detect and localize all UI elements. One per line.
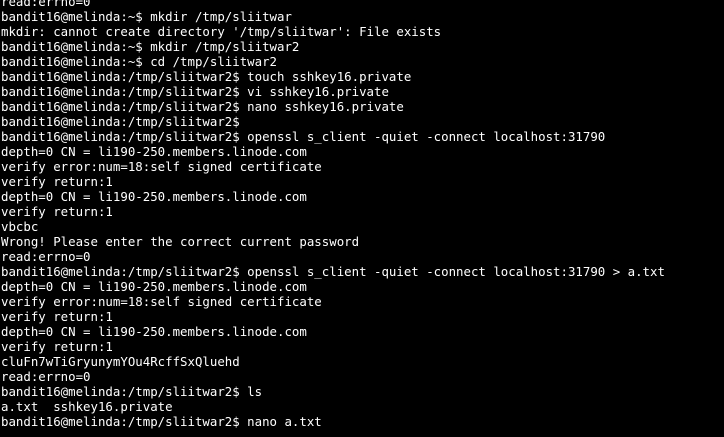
terminal-line: mkdir: cannot create directory '/tmp/sli… [1,24,442,39]
terminal-line: bandit16@melinda:~$ cd /tmp/sliitwar2 [1,54,278,69]
terminal-line: depth=0 CN = li190-250.members.linode.co… [1,144,307,159]
terminal-window[interactable]: read:errno=0 bandit16@melinda:~$ mkdir /… [0,0,724,431]
terminal-line: bandit16@melinda:/tmp/sliitwar2$ [1,114,240,129]
terminal-line: verify return:1 [1,174,113,189]
terminal-line: verify return:1 [1,339,113,354]
terminal-line: bandit16@melinda:/tmp/sliitwar2$ vi sshk… [1,84,389,99]
terminal-line: Wrong! Please enter the correct current … [1,234,360,249]
terminal-line: depth=0 CN = li190-250.members.linode.co… [1,279,307,294]
terminal-line: verify error:num=18:self signed certific… [1,294,322,309]
terminal-line: verify error:num=18:self signed certific… [1,159,322,174]
terminal-line: cluFn7wTiGryunymYOu4RcffSxQluehd [1,354,240,369]
terminal-line: bandit16@melinda:/tmp/sliitwar2$ openssl… [1,264,665,279]
terminal-line: vbcbc [1,219,39,234]
terminal-line: bandit16@melinda:/tmp/sliitwar2$ openssl… [1,129,606,144]
terminal-line: a.txt sshkey16.private [1,399,173,414]
terminal-line: verify return:1 [1,204,113,219]
terminal-prompt-line[interactable]: bandit16@melinda:/tmp/sliitwar2$ nano a.… [1,414,724,429]
terminal-line: read:errno=0 [1,369,91,384]
terminal-line: bandit16@melinda:/tmp/sliitwar2$ nano ss… [1,99,404,114]
terminal-line: verify return:1 [1,309,113,324]
terminal-line: read:errno=0 [1,0,91,9]
terminal-line: bandit16@melinda:/tmp/sliitwar2$ touch s… [1,69,412,84]
terminal-line: read:errno=0 [1,249,91,264]
terminal-line: bandit16@melinda:~$ mkdir /tmp/sliitwar2 [1,39,300,54]
terminal-line: bandit16@melinda:~$ mkdir /tmp/sliitwar [1,9,292,24]
terminal-line: depth=0 CN = li190-250.members.linode.co… [1,189,307,204]
terminal-line: depth=0 CN = li190-250.members.linode.co… [1,324,307,339]
terminal-line: bandit16@melinda:/tmp/sliitwar2$ ls [1,384,263,399]
